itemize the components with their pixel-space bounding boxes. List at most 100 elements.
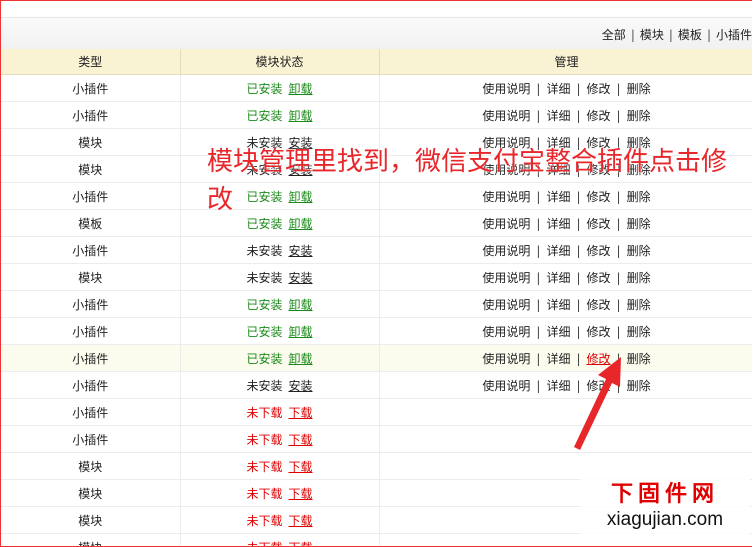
delete-link[interactable]: 删除: [627, 82, 651, 96]
cell-type: 小插件: [1, 182, 181, 210]
delete-link[interactable]: 删除: [627, 109, 651, 123]
table-row: 模块未下载下载: [1, 452, 752, 480]
ops-separator: |: [576, 297, 581, 312]
header-manage: 管理: [379, 49, 752, 75]
usage-link[interactable]: 使用说明: [482, 82, 530, 96]
edit-link[interactable]: 修改: [587, 109, 611, 123]
table-row: 小插件未安装安装使用说明|详细|修改|删除: [1, 236, 752, 264]
uninstall-link[interactable]: 卸载: [289, 352, 313, 366]
ops-separator: |: [536, 108, 541, 123]
install-link[interactable]: 安装: [289, 244, 313, 258]
ops-separator: |: [536, 351, 541, 366]
delete-link[interactable]: 删除: [627, 271, 651, 285]
cell-status: 已安装 卸载: [180, 74, 380, 102]
usage-link[interactable]: 使用说明: [482, 379, 530, 393]
window-frame: 全部 | 模块 | 模板 | 小插件 类型 模块状态 管理 小插件 已安装 卸载 使用说明 | 详细 |…: [0, 0, 752, 547]
cell-status: 已安装 卸载: [180, 317, 380, 345]
ops-separator: |: [536, 243, 541, 258]
download-link[interactable]: 下载: [289, 433, 313, 447]
cell-type: 模板: [1, 209, 181, 237]
delete-link[interactable]: 删除: [627, 352, 651, 366]
edit-link[interactable]: 修改: [587, 325, 611, 339]
ops-separator: |: [536, 297, 541, 312]
detail-link[interactable]: 详细: [546, 271, 570, 285]
filter-separator: |: [630, 28, 635, 42]
cell-manage: 使用说明 | 详细 | 修改 | 删除: [379, 101, 752, 129]
filter-link[interactable]: 模块: [640, 28, 664, 42]
status-label: 未下载: [246, 459, 283, 474]
cell-type: 小插件: [1, 425, 181, 453]
cell-status: 未下载下载: [180, 398, 380, 426]
usage-link[interactable]: 使用说明: [482, 109, 530, 123]
table-row: 小插件 已安装 卸载 使用说明 | 详细 | 修改 | 删除: [1, 101, 752, 129]
filter-link[interactable]: 全部: [602, 28, 626, 42]
edit-link[interactable]: 修改: [587, 298, 611, 312]
usage-link[interactable]: 使用说明: [482, 244, 530, 258]
edit-link[interactable]: 修改: [587, 82, 611, 96]
status-label: 未下载: [246, 432, 283, 447]
cell-status: 未安装 安装: [180, 236, 380, 264]
cell-type: 小插件: [1, 317, 181, 345]
cell-type: 模块: [1, 479, 181, 507]
status-label: 已安装: [246, 351, 283, 366]
download-link[interactable]: 下载: [289, 487, 313, 501]
uninstall-link[interactable]: 卸载: [289, 298, 313, 312]
status-label: 未下载: [246, 513, 283, 528]
download-link[interactable]: 下载: [289, 406, 313, 420]
ops-separator: |: [536, 324, 541, 339]
edit-link[interactable]: 修改: [587, 244, 611, 258]
detail-link[interactable]: 详细: [546, 298, 570, 312]
install-link[interactable]: 安装: [289, 271, 313, 285]
pointer-arrow-icon: [574, 357, 621, 450]
table-row: 小插件 已安装 卸载 使用说明 | 详细 | 修改 | 删除: [1, 344, 752, 372]
site-watermark: 下固件网 xiagujian.com: [580, 478, 750, 540]
ops-separator: |: [576, 81, 581, 96]
download-link[interactable]: 下载: [289, 514, 313, 528]
uninstall-link[interactable]: 卸载: [289, 109, 313, 123]
edit-link[interactable]: 修改: [587, 271, 611, 285]
filter-link[interactable]: 小插件: [716, 28, 752, 42]
download-link[interactable]: 下载: [289, 460, 313, 474]
cell-type: 模块: [1, 263, 181, 291]
status-label: 未下载: [246, 486, 283, 501]
cell-status: 未下载下载: [180, 506, 380, 534]
usage-link[interactable]: 使用说明: [482, 325, 530, 339]
delete-link[interactable]: 删除: [627, 244, 651, 258]
cell-manage: 使用说明 | 详细 | 修改 | 删除: [379, 263, 752, 291]
cell-type: 小插件: [1, 236, 181, 264]
table-row: 小插件 已安装 卸载 使用说明 | 详细 | 修改 | 删除: [1, 74, 752, 102]
header-status: 模块状态: [180, 49, 380, 75]
detail-link[interactable]: 详细: [546, 325, 570, 339]
install-link[interactable]: 安装: [289, 379, 313, 393]
detail-link[interactable]: 详细: [546, 82, 570, 96]
table-row: 小插件 已安装 卸载 使用说明 | 详细 | 修改 | 删除: [1, 290, 752, 318]
table-row: 小插件 未下载 下载: [1, 398, 752, 426]
ops-separator: |: [616, 108, 621, 123]
cell-status: 已安装 卸载: [180, 101, 380, 129]
cell-manage: 使用说明 | 详细 | 修改 | 删除: [379, 290, 752, 318]
cell-status: 未下载下载: [180, 533, 380, 547]
usage-link[interactable]: 使用说明: [482, 298, 530, 312]
uninstall-link[interactable]: 卸载: [289, 325, 313, 339]
status-label: 已安装: [246, 324, 283, 339]
usage-link[interactable]: 使用说明: [482, 352, 530, 366]
ops-separator: |: [616, 81, 621, 96]
cell-type: 小插件: [1, 290, 181, 318]
delete-link[interactable]: 删除: [627, 379, 651, 393]
delete-link[interactable]: 删除: [627, 325, 651, 339]
ops-separator: |: [616, 270, 621, 285]
uninstall-link[interactable]: 卸载: [289, 82, 313, 96]
ops-separator: |: [576, 270, 581, 285]
usage-link[interactable]: 使用说明: [482, 271, 530, 285]
cell-status: 未安装 安装: [180, 371, 380, 399]
table-row: 小插件 未下载 下载: [1, 425, 752, 453]
filter-link[interactable]: 模板: [678, 28, 702, 42]
cell-manage: 使用说明 | 详细 | 修改 | 删除: [379, 74, 752, 102]
delete-link[interactable]: 删除: [627, 298, 651, 312]
detail-link[interactable]: 详细: [546, 109, 570, 123]
cell-type: 模块: [1, 506, 181, 534]
watermark-en: xiagujian.com: [606, 509, 724, 530]
download-link[interactable]: 下载: [289, 541, 313, 547]
table-row: 模块 未安装 安装 使用说明 | 详细 | 修改 | 删除: [1, 263, 752, 291]
detail-link[interactable]: 详细: [546, 244, 570, 258]
